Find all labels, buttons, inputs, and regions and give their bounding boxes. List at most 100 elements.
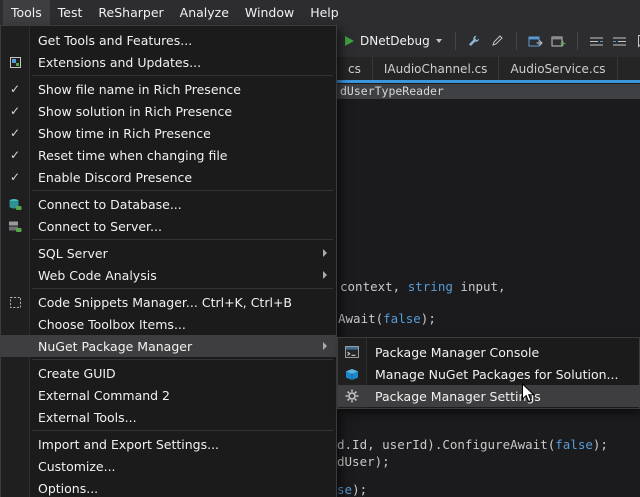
menu-item-show-solution-in-rich-presence[interactable]: ✓Show solution in Rich Presence	[1, 100, 336, 122]
toolbar-separator	[516, 32, 517, 50]
menu-item-package-manager-console[interactable]: Package Manager Console	[338, 341, 639, 363]
menu-item-label: NuGet Package Manager	[29, 339, 318, 354]
mouse-cursor	[521, 383, 536, 404]
menubar-item-analyze[interactable]: Analyze	[172, 0, 237, 25]
menu-item-customize[interactable]: Customize...	[1, 455, 336, 477]
menubar-item-tools[interactable]: Tools	[3, 0, 50, 25]
tools-menu: Get Tools and Features... Extensions and …	[0, 25, 337, 497]
menu-item-manage-nuget-packages-for-solution[interactable]: Manage NuGet Packages for Solution...	[338, 363, 639, 385]
menu-item-show-time-in-rich-presence[interactable]: ✓Show time in Rich Presence	[1, 122, 336, 144]
menu-item-label: Choose Toolbox Items...	[29, 317, 318, 332]
tab-audioservice-cs[interactable]: AudioService.cs	[499, 57, 617, 80]
menu-item-label: Package Manager Console	[366, 345, 621, 360]
menu-item-label: Manage NuGet Packages for Solution...	[366, 367, 621, 382]
pencil-icon[interactable]	[486, 31, 509, 51]
navigation-member-label: dUserTypeReader	[340, 84, 444, 98]
checkmark-icon: ✓	[1, 104, 29, 118]
menu-item-enable-discord-presence[interactable]: ✓Enable Discord Presence	[1, 166, 336, 188]
menu-item-nuget-package-manager[interactable]: NuGet Package Manager	[1, 335, 336, 357]
menu-item-create-guid[interactable]: Create GUID	[1, 362, 336, 384]
menu-item-label: Code Snippets Manager...	[29, 295, 202, 310]
window-arrow-icon[interactable]	[524, 31, 547, 51]
code-token: );	[352, 482, 367, 497]
code-line: se);	[337, 482, 367, 497]
snippets-icon	[1, 296, 29, 309]
menu-item-label: Show solution in Rich Presence	[29, 104, 318, 119]
menu-item-reset-time-when-changing-file[interactable]: ✓Reset time when changing file	[1, 144, 336, 166]
menu-item-connect-to-database[interactable]: Connect to Database...	[1, 193, 336, 215]
submenu-arrow-icon	[318, 249, 336, 257]
menu-item-sql-server[interactable]: SQL Server	[1, 242, 336, 264]
vs-window: ToolsTestReSharperAnalyzeWindowHelp DNet…	[0, 0, 640, 497]
menubar-item-test[interactable]: Test	[50, 0, 91, 25]
menu-item-label: Reset time when changing file	[29, 148, 318, 163]
menu-item-web-code-analysis[interactable]: Web Code Analysis	[1, 264, 336, 286]
code-token: context,	[340, 279, 408, 294]
menu-item-extensions-and-updates[interactable]: Extensions and Updates...	[1, 51, 336, 73]
code-line: Await(false);	[338, 311, 436, 327]
code-token: dUser);	[337, 454, 390, 469]
console-icon	[338, 346, 366, 358]
code-token: d.Id, userId).ConfigureAwait(	[337, 437, 555, 452]
menu-item-label: Web Code Analysis	[29, 268, 318, 283]
code-line: context, string input,	[340, 279, 506, 295]
menu-item-package-manager-settings[interactable]: Package Manager Settings	[338, 385, 639, 407]
code-token: input,	[453, 279, 506, 294]
menu-item-label: External Tools...	[29, 410, 318, 425]
code-token: false	[383, 311, 421, 326]
window-plus-icon[interactable]	[547, 31, 570, 51]
menu-item-label: Package Manager Settings	[366, 389, 621, 404]
menu-separator	[32, 288, 333, 289]
code-token: Await(	[338, 311, 383, 326]
database-icon	[1, 198, 29, 211]
checkmark-icon: ✓	[1, 82, 29, 96]
menu-item-label: Import and Export Settings...	[29, 437, 318, 452]
menu-item-options[interactable]: Options...	[1, 477, 336, 497]
run-config-label[interactable]: DNetDebug	[360, 34, 430, 48]
extensions-icon	[1, 56, 29, 69]
checkmark-icon: ✓	[1, 148, 29, 162]
menu-separator	[32, 75, 333, 76]
menubar-item-resharper[interactable]: ReSharper	[90, 0, 171, 25]
chevron-down-icon[interactable]	[436, 39, 442, 43]
menu-item-label: Connect to Database...	[29, 197, 318, 212]
menubar-item-help[interactable]: Help	[302, 0, 347, 25]
package-icon	[338, 368, 366, 381]
menu-item-connect-to-server[interactable]: Connect to Server...	[1, 215, 336, 237]
code-token: false	[555, 437, 593, 452]
menu-item-show-file-name-in-rich-presence[interactable]: ✓Show file name in Rich Presence	[1, 78, 336, 100]
menu-item-label: Get Tools and Features...	[29, 33, 318, 48]
submenu-arrow-icon	[318, 342, 336, 350]
menu-separator	[32, 430, 333, 431]
server-icon	[1, 220, 29, 233]
menu-item-label: Show time in Rich Presence	[29, 126, 318, 141]
tab-label: IAudioChannel.cs	[384, 62, 488, 76]
menubar: ToolsTestReSharperAnalyzeWindowHelp	[0, 0, 640, 25]
start-debug-play-icon[interactable]	[345, 36, 354, 46]
tab-label: cs	[348, 62, 361, 76]
nuget-submenu: Package Manager Console Manage NuGet Pack…	[337, 337, 640, 409]
menu-item-import-and-export-settings[interactable]: Import and Export Settings...	[1, 433, 336, 455]
code-token: );	[593, 437, 608, 452]
code-token: );	[421, 311, 436, 326]
code-token: string	[408, 279, 453, 294]
menu-item-choose-toolbox-items[interactable]: Choose Toolbox Items...	[1, 313, 336, 335]
tab-cs[interactable]: cs	[337, 57, 373, 80]
menu-item-external-tools[interactable]: External Tools...	[1, 406, 336, 428]
menu-item-code-snippets-manager[interactable]: Code Snippets Manager...Ctrl+K, Ctrl+B	[1, 291, 336, 313]
menubar-item-window[interactable]: Window	[237, 0, 302, 25]
bookmark-icon[interactable]	[631, 31, 640, 51]
checkmark-icon: ✓	[1, 126, 29, 140]
wrench-icon[interactable]	[463, 31, 486, 51]
menu-item-label: Connect to Server...	[29, 219, 318, 234]
menu-separator	[32, 239, 333, 240]
menu-item-get-tools-and-features[interactable]: Get Tools and Features...	[1, 29, 336, 51]
tab-iaudiochannel-cs[interactable]: IAudioChannel.cs	[373, 57, 500, 80]
indent-left-icon[interactable]	[585, 31, 608, 51]
indent-right-icon[interactable]	[608, 31, 631, 51]
tab-label: AudioService.cs	[510, 62, 605, 76]
code-token: se	[337, 482, 352, 497]
menu-item-label: Show file name in Rich Presence	[29, 82, 318, 97]
menu-item-label: Extensions and Updates...	[29, 55, 318, 70]
menu-item-external-command-2[interactable]: External Command 2	[1, 384, 336, 406]
